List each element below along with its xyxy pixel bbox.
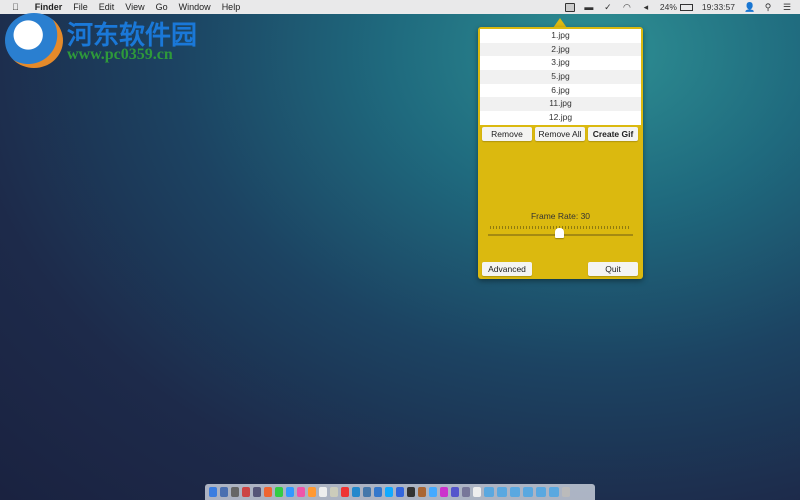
list-item[interactable]: 5.jpg bbox=[480, 70, 641, 84]
list-item[interactable]: 6.jpg bbox=[480, 84, 641, 98]
battery-percent[interactable]: 24% bbox=[660, 2, 677, 12]
dock-app-icon[interactable] bbox=[363, 487, 371, 497]
dock-app-icon[interactable] bbox=[264, 487, 272, 497]
dock-app-icon[interactable] bbox=[473, 487, 481, 497]
dock-folder-icon[interactable] bbox=[510, 487, 520, 497]
spotlight-search-icon[interactable]: ⚲ bbox=[763, 2, 773, 12]
frame-rate-label: Frame Rate: 30 bbox=[530, 211, 591, 221]
trash-icon[interactable] bbox=[562, 487, 570, 497]
dock-app-icon[interactable] bbox=[418, 487, 426, 497]
display-icon[interactable]: ▬ bbox=[584, 2, 594, 12]
dock-app-icon[interactable] bbox=[220, 487, 228, 497]
dock-app-icon[interactable] bbox=[429, 487, 437, 497]
dock-app-icon[interactable] bbox=[407, 487, 415, 497]
dock-folder-icon[interactable] bbox=[523, 487, 533, 497]
menu-bar:  Finder File Edit View Go Window Help ▬… bbox=[0, 0, 800, 14]
list-item[interactable]: 11.jpg bbox=[480, 97, 641, 112]
dock-app-icon[interactable] bbox=[451, 487, 459, 497]
create-gif-button[interactable]: Create Gif bbox=[588, 127, 638, 141]
dock bbox=[205, 484, 595, 500]
dock-app-icon[interactable] bbox=[462, 487, 470, 497]
dock-app-icon[interactable] bbox=[209, 487, 217, 497]
battery-icon[interactable] bbox=[679, 3, 693, 11]
file-list[interactable]: 1.jpg 2.jpg 3.jpg 5.jpg 6.jpg 11.jpg 12.… bbox=[480, 29, 641, 125]
list-item[interactable]: 2.jpg bbox=[480, 42, 641, 57]
notification-center-icon[interactable]: ☰ bbox=[782, 2, 792, 12]
quit-button[interactable]: Quit bbox=[588, 262, 638, 276]
dock-app-icon[interactable] bbox=[308, 487, 316, 497]
check-circle-icon[interactable]: ✓ bbox=[603, 2, 613, 12]
menu-file[interactable]: File bbox=[73, 2, 88, 12]
dock-app-icon[interactable] bbox=[385, 487, 393, 497]
slider-thumb[interactable] bbox=[554, 228, 564, 238]
dock-app-icon[interactable] bbox=[297, 487, 305, 497]
dock-app-icon[interactable] bbox=[341, 487, 349, 497]
dock-app-icon[interactable] bbox=[440, 487, 448, 497]
watermark-logo-icon bbox=[5, 13, 63, 68]
dock-app-icon[interactable] bbox=[374, 487, 382, 497]
list-item[interactable]: 3.jpg bbox=[480, 56, 641, 70]
dock-app-icon[interactable] bbox=[275, 487, 283, 497]
dock-app-icon[interactable] bbox=[231, 487, 239, 497]
list-item[interactable]: 12.jpg bbox=[480, 111, 641, 125]
dock-app-icon[interactable] bbox=[286, 487, 294, 497]
gif-maker-popover: 1.jpg 2.jpg 3.jpg 5.jpg 6.jpg 11.jpg 12.… bbox=[478, 27, 643, 279]
dock-app-icon[interactable] bbox=[253, 487, 261, 497]
dock-app-icon[interactable] bbox=[352, 487, 360, 497]
user-icon[interactable]: 👤 bbox=[744, 2, 755, 12]
apple-menu-icon[interactable]:  bbox=[12, 2, 19, 12]
menu-view[interactable]: View bbox=[125, 2, 144, 12]
list-item[interactable]: 1.jpg bbox=[480, 29, 641, 43]
gif-app-status-icon[interactable] bbox=[564, 2, 575, 12]
dock-app-icon[interactable] bbox=[319, 487, 327, 497]
menu-window[interactable]: Window bbox=[179, 2, 211, 12]
menu-help[interactable]: Help bbox=[222, 2, 241, 12]
dock-app-icon[interactable] bbox=[396, 487, 404, 497]
clock[interactable]: 19:33:57 bbox=[702, 2, 735, 12]
dock-app-icon[interactable] bbox=[330, 487, 338, 497]
advanced-button[interactable]: Advanced bbox=[482, 262, 532, 276]
volume-icon[interactable]: ◂ bbox=[641, 2, 651, 12]
menu-go[interactable]: Go bbox=[156, 2, 168, 12]
dock-folder-icon[interactable] bbox=[497, 487, 507, 497]
remove-button[interactable]: Remove bbox=[482, 127, 532, 141]
watermark-url: www.pc0359.cn bbox=[67, 46, 173, 63]
dock-app-icon[interactable] bbox=[242, 487, 250, 497]
remove-all-button[interactable]: Remove All bbox=[535, 127, 585, 141]
dock-folder-icon[interactable] bbox=[549, 487, 559, 497]
dock-folder-icon[interactable] bbox=[536, 487, 546, 497]
menu-edit[interactable]: Edit bbox=[99, 2, 115, 12]
dock-folder-icon[interactable] bbox=[484, 487, 494, 497]
wifi-icon[interactable]: ◠ bbox=[622, 2, 632, 12]
menu-app-finder[interactable]: Finder bbox=[35, 2, 63, 12]
